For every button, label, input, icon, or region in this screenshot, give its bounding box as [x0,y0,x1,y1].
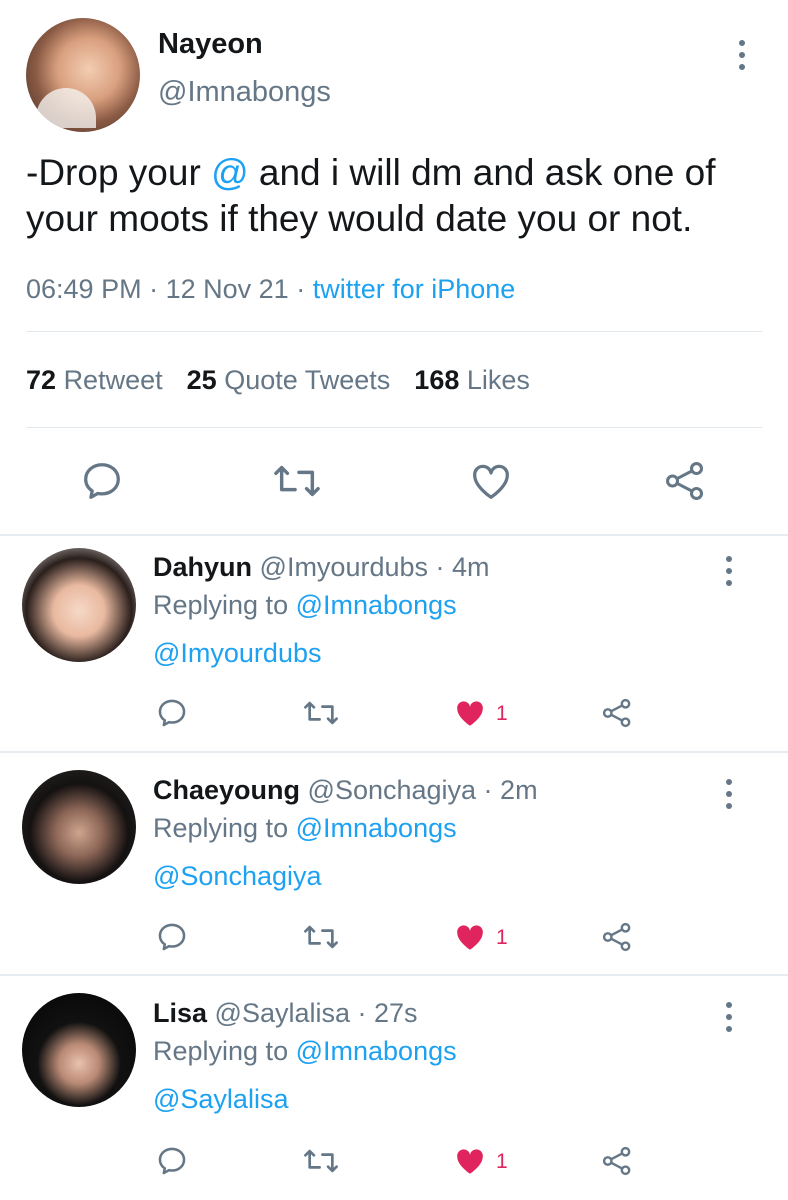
tweet-meta: 06:49 PM · 12 Nov 21 · twitter for iPhon… [26,274,516,304]
reply-time: 27s [374,998,418,1028]
reply-author-handle[interactable]: @Imyourdubs [260,552,428,582]
retweets-stat[interactable]: 72 Retweet [26,365,163,395]
replying-to-mention[interactable]: @Imnabongs [296,813,457,843]
more-icon[interactable] [724,779,734,809]
reply-author-handle[interactable]: @Saylalisa [215,998,350,1028]
tweet-date: 12 Nov 21 [165,274,289,304]
reply-item[interactable]: Lisa @Saylalisa · 27s Replying to @Imnab… [0,976,788,1200]
reply-icon[interactable] [155,1144,189,1178]
main-tweet: Nayeon @Imnabongs -Drop your @ and i wil… [0,0,788,535]
divider [26,427,762,428]
tweet-source[interactable]: twitter for iPhone [313,274,516,304]
more-icon[interactable] [724,1002,734,1032]
like-icon[interactable] [452,1144,488,1178]
main-avatar[interactable] [26,18,140,132]
retweet-icon[interactable] [302,1144,340,1178]
reply-icon[interactable] [79,458,125,504]
reply-text[interactable]: @Sonchagiya [153,861,322,892]
reply-avatar[interactable] [22,770,136,884]
tweet-stats: 72 Retweet 25 Quote Tweets 168 Likes [26,365,530,396]
replying-to-mention[interactable]: @Imnabongs [296,590,457,620]
main-author-name[interactable]: Nayeon [158,28,263,61]
reply-author-name[interactable]: Dahyun [153,552,252,582]
reply-time: 2m [500,775,538,805]
retweet-icon[interactable] [302,920,340,954]
likes-count: 168 [414,365,460,395]
tweet-mention[interactable]: @ [211,152,249,193]
quotes-count: 25 [186,365,217,395]
reply-avatar[interactable] [22,993,136,1107]
reply-avatar[interactable] [22,548,136,662]
replying-to: Replying to @Imnabongs [153,1036,457,1067]
main-author-handle[interactable]: @Imnabongs [158,76,331,109]
quotes-stat[interactable]: 25 Quote Tweets [187,365,391,395]
replying-to: Replying to @Imnabongs [153,813,457,844]
more-icon[interactable] [737,40,747,70]
likes-stat[interactable]: 168 Likes [414,365,530,395]
retweets-count: 72 [26,365,57,395]
reply-author-name[interactable]: Lisa [153,998,207,1028]
retweet-icon[interactable] [272,458,322,504]
more-icon[interactable] [724,556,734,586]
reply-text[interactable]: @Imyourdubs [153,638,321,669]
like-count: 1 [496,1150,508,1173]
reply-icon[interactable] [155,920,189,954]
reply-header: Lisa @Saylalisa · 27s [153,998,418,1028]
like-icon[interactable] [452,696,488,730]
reply-header: Dahyun @Imyourdubs · 4m [153,552,490,582]
like-icon[interactable] [468,458,514,504]
main-action-bar [0,458,788,506]
reply-time: 4m [452,552,490,582]
replying-label: Replying to [153,1036,289,1066]
replying-label: Replying to [153,813,289,843]
reply-text[interactable]: @Saylalisa [153,1084,288,1115]
share-icon[interactable] [662,458,708,504]
share-icon[interactable] [600,1144,634,1178]
retweets-label: Retweet [63,365,163,395]
reply-header: Chaeyoung @Sonchagiya · 2m [153,775,538,805]
tweet-text: -Drop your @ and i will dm and ask one o… [26,150,766,242]
share-icon[interactable] [600,696,634,730]
likes-label: Likes [466,365,530,395]
quotes-label: Quote Tweets [224,365,391,395]
like-count: 1 [496,926,508,949]
like-icon[interactable] [452,920,488,954]
like-count: 1 [496,702,508,725]
replying-label: Replying to [153,590,289,620]
tweet-time: 06:49 PM [26,274,142,304]
reply-author-name[interactable]: Chaeyoung [153,775,300,805]
retweet-icon[interactable] [302,696,340,730]
replying-to-mention[interactable]: @Imnabongs [296,1036,457,1066]
divider [26,331,762,332]
share-icon[interactable] [600,920,634,954]
reply-icon[interactable] [155,696,189,730]
replying-to: Replying to @Imnabongs [153,590,457,621]
reply-item[interactable]: Dahyun @Imyourdubs · 4m Replying to @Imn… [0,536,788,752]
reply-author-handle[interactable]: @Sonchagiya [308,775,477,805]
tweet-text-part: -Drop your [26,152,212,193]
reply-item[interactable]: Chaeyoung @Sonchagiya · 2m Replying to @… [0,753,788,975]
